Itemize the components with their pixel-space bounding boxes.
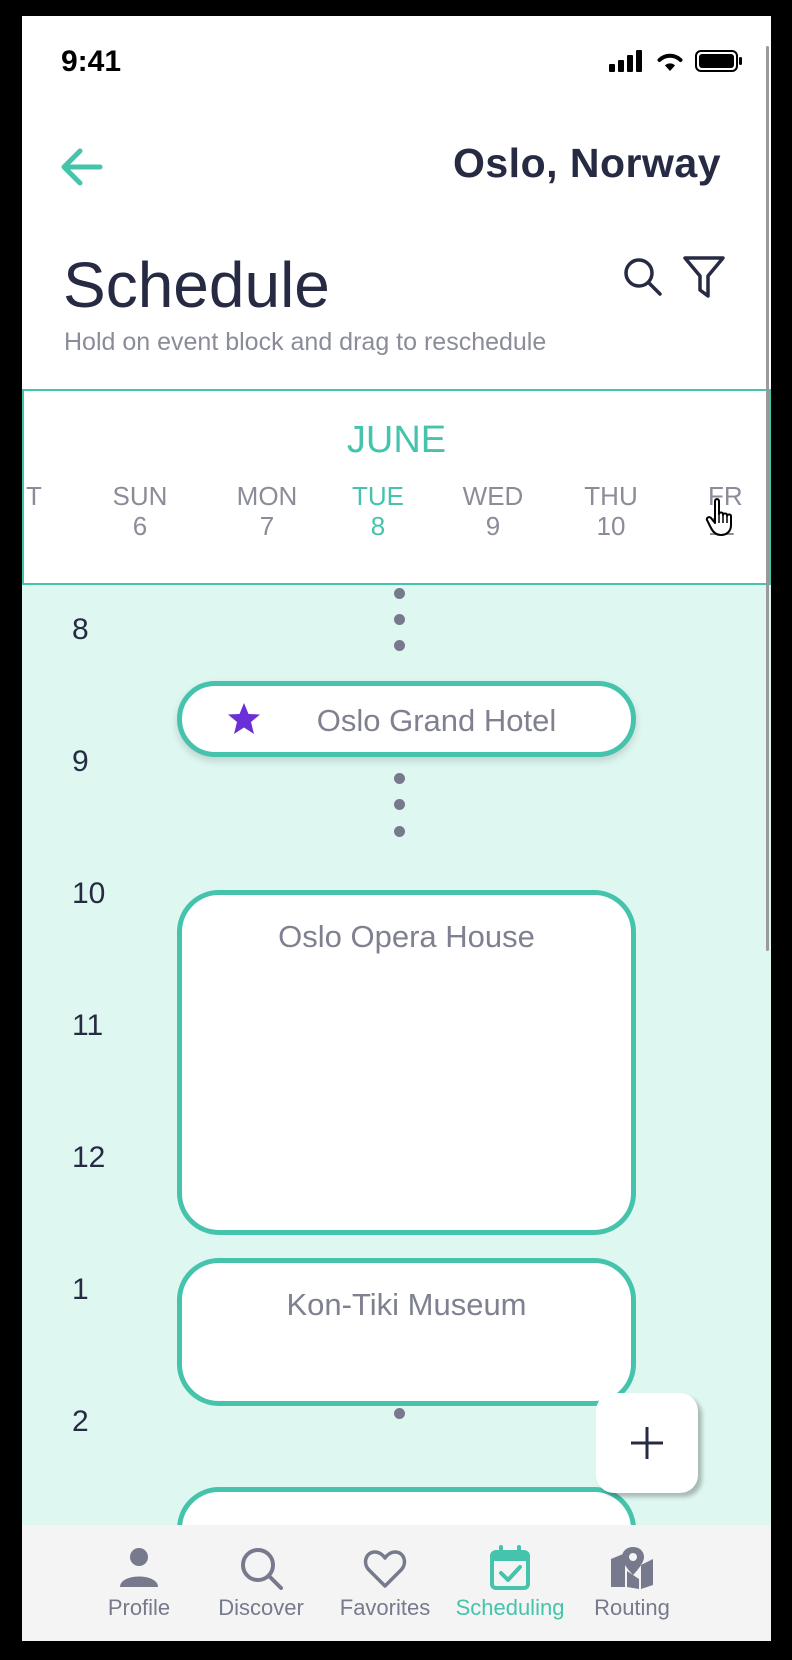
signal-icon (609, 50, 642, 72)
day-name: T (26, 481, 42, 511)
timeline-dot (394, 1408, 405, 1419)
tab-label: Profile (107, 1595, 171, 1620)
day-number: 6 (132, 511, 148, 541)
scrollbar[interactable] (766, 46, 769, 951)
day-name: WED (462, 481, 524, 511)
timeline-dot (394, 799, 405, 810)
timeline[interactable]: 8 9 10 11 12 1 2 Oslo Grand Hotel Oslo O… (22, 585, 771, 1525)
tab-label: Favorites (339, 1595, 431, 1620)
day-number: 7 (259, 511, 275, 541)
hour-label: 10 (72, 877, 106, 910)
bottom-tab-bar: Profile Discover Favorites Scheduling Ro… (22, 1525, 771, 1641)
filter-button[interactable] (682, 254, 726, 300)
phone-screen: 9:41 Oslo, Norway Schedule Hold on event… (22, 16, 771, 1641)
status-bar: 9:41 (22, 16, 771, 106)
search-button[interactable] (622, 256, 664, 298)
heart-icon (363, 1550, 407, 1588)
timeline-dot (394, 588, 405, 599)
event-label: Oslo Opera House (278, 919, 535, 954)
wifi-icon (657, 53, 683, 71)
tab-discover[interactable]: Discover (201, 1545, 321, 1621)
tab-label: Scheduling (455, 1595, 565, 1620)
hand-cursor-icon (705, 498, 732, 536)
status-time: 9:41 (61, 45, 122, 78)
day-tue-selected[interactable]: TUE 8 (328, 481, 428, 541)
hour-label: 11 (72, 1009, 104, 1042)
calendar-check-icon (490, 1545, 530, 1590)
tab-label: Routing (594, 1595, 670, 1620)
tab-scheduling[interactable]: Scheduling (450, 1545, 570, 1621)
plus-icon (631, 1427, 663, 1459)
event-label: Kon-Tiki Museum (286, 1287, 527, 1322)
day-number: 9 (485, 511, 501, 541)
day-name: TUE (352, 481, 404, 511)
event-kon-tiki-museum[interactable]: Kon-Tiki Museum (177, 1258, 636, 1406)
person-icon (120, 1548, 158, 1587)
day-name: MON (236, 481, 298, 511)
timeline-dot (394, 826, 405, 837)
day-name: SUN (112, 481, 168, 511)
filter-icon (683, 256, 725, 298)
tab-label: Discover (218, 1595, 304, 1620)
back-button[interactable] (58, 142, 108, 192)
event-oslo-opera-house[interactable]: Oslo Opera House (177, 890, 636, 1235)
day-partial-sat[interactable]: T (22, 481, 84, 511)
month-label: JUNE (346, 419, 447, 461)
event-next-partial[interactable] (177, 1487, 636, 1525)
day-thu[interactable]: THU 10 (561, 481, 661, 541)
arrow-left-icon (61, 148, 103, 186)
hour-label: 9 (72, 745, 89, 778)
tab-favorites[interactable]: Favorites (325, 1545, 445, 1621)
page-title: Schedule (63, 249, 330, 321)
day-wed[interactable]: WED 9 (443, 481, 543, 541)
map-pin-icon (611, 1547, 653, 1589)
search-icon (241, 1548, 283, 1590)
day-name: THU (584, 481, 638, 511)
date-strip[interactable]: JUNE T SUN 6 MON 7 TUE 8 WED 9 THU 10 FR… (22, 389, 771, 585)
day-mon[interactable]: MON 7 (217, 481, 317, 541)
timeline-dot (394, 773, 405, 784)
city-title: Oslo, Norway (452, 140, 721, 186)
hour-label: 12 (72, 1141, 106, 1174)
tab-routing[interactable]: Routing (572, 1545, 692, 1621)
day-sun[interactable]: SUN 6 (90, 481, 190, 541)
tab-profile[interactable]: Profile (79, 1545, 199, 1621)
day-number: 8 (370, 511, 386, 541)
hour-label: 8 (72, 613, 89, 646)
event-oslo-grand-hotel[interactable]: Oslo Grand Hotel (177, 681, 636, 757)
page-subtitle: Hold on event block and drag to reschedu… (64, 328, 547, 356)
add-event-button[interactable] (596, 1393, 698, 1493)
hour-label: 2 (72, 1405, 89, 1438)
day-number: 10 (596, 511, 626, 541)
battery-icon (695, 50, 742, 72)
event-label: Oslo Grand Hotel (316, 703, 557, 738)
timeline-dot (394, 640, 405, 651)
status-icons (609, 50, 743, 72)
hour-label: 1 (72, 1273, 89, 1306)
search-icon (624, 258, 662, 296)
timeline-dot (394, 614, 405, 625)
